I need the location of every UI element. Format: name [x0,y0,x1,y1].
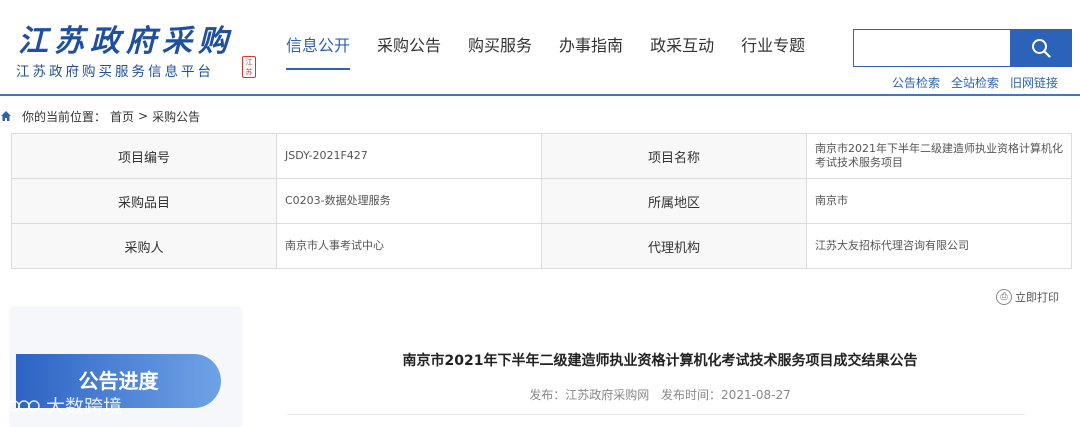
watermark-text: 大数跨境 [46,396,123,418]
label-project-name: 项目名称 [541,133,807,179]
nav-item-procurement-notice[interactable]: 采购公告 [377,34,441,70]
breadcrumb-current[interactable]: 采购公告 [152,108,200,125]
site-logo[interactable]: 江苏政府采购 江苏政府购买服务信息平台 江苏 [14,14,264,86]
nav-item-topics[interactable]: 行业专题 [741,34,805,70]
value-purchaser: 南京市人事考试中心 [276,223,542,269]
label-region: 所属地区 [541,178,807,224]
nav-item-guide[interactable]: 办事指南 [559,34,623,70]
search-icon [1032,39,1051,58]
logo-subtitle: 江苏政府购买服务信息平台 [16,64,214,80]
label-project-number: 项目编号 [11,133,277,179]
breadcrumb-home[interactable]: 首页 [110,108,134,125]
logo-calligraphy: 江苏政府采购 [18,24,234,59]
nav-item-info-public[interactable]: 信息公开 [286,34,351,70]
print-icon: ⎙ [996,289,1012,305]
value-project-number: JSDY-2021F427 [276,133,542,179]
article-meta: 发布：江苏政府采购网 发布时间：2021-08-27 [290,386,1030,403]
value-project-name: 南京市2021年下半年二级建造师执业资格计算机化考试技术服务项目 [806,133,1072,179]
print-label: 立即打印 [1015,291,1059,304]
quick-links: 公告检索 全站检索 旧网链接 [892,74,1058,91]
table-row: 采购品目 C0203-数据处理服务 所属地区 南京市 [11,178,1072,224]
project-info-table: 项目编号 JSDY-2021F427 项目名称 南京市2021年下半年二级建造师… [11,133,1072,269]
label-purchaser: 采购人 [11,223,277,269]
table-row: 采购人 南京市人事考试中心 代理机构 江苏大友招标代理咨询有限公司 [11,223,1072,269]
value-procurement-item: C0203-数据处理服务 [276,178,542,224]
value-agency: 江苏大友招标代理咨询有限公司 [806,223,1072,269]
breadcrumb-prefix: 你的当前位置： [22,109,107,124]
table-row: 项目编号 JSDY-2021F427 项目名称 南京市2021年下半年二级建造师… [11,133,1072,179]
link-notice-search[interactable]: 公告检索 [892,74,940,91]
site-header: 江苏政府采购 江苏政府购买服务信息平台 江苏 信息公开 采购公告 购买服务 办事… [0,0,1080,96]
logo-seal: 江苏 [242,56,256,78]
article-time: 发布时间：2021-08-27 [661,388,791,402]
nav-item-purchase-service[interactable]: 购买服务 [468,34,532,70]
breadcrumb-separator: > [138,109,149,123]
search-input[interactable] [854,30,1010,66]
article-divider [287,414,1025,415]
main-nav: 信息公开 采购公告 购买服务 办事指南 政采互动 行业专题 [286,34,832,74]
search-button[interactable] [1010,29,1072,67]
nav-item-interaction[interactable]: 政采互动 [650,34,714,70]
breadcrumb: 你的当前位置： 首页 > 采购公告 [0,105,204,127]
link-old-site[interactable]: 旧网链接 [1010,74,1058,91]
watermark: 大数跨境 [8,392,122,419]
print-button[interactable]: ⎙ 立即打印 [996,289,1059,305]
article-source: 发布：江苏政府采购网 [529,388,650,402]
search-box [853,29,1010,67]
watermark-logo-icon [8,399,40,412]
value-region: 南京市 [806,178,1072,224]
home-icon [1,111,11,121]
link-site-search[interactable]: 全站检索 [951,74,999,91]
label-agency: 代理机构 [541,223,807,269]
article-title: 南京市2021年下半年二级建造师执业资格计算机化考试技术服务项目成交结果公告 [402,353,918,369]
label-procurement-item: 采购品目 [11,178,277,224]
